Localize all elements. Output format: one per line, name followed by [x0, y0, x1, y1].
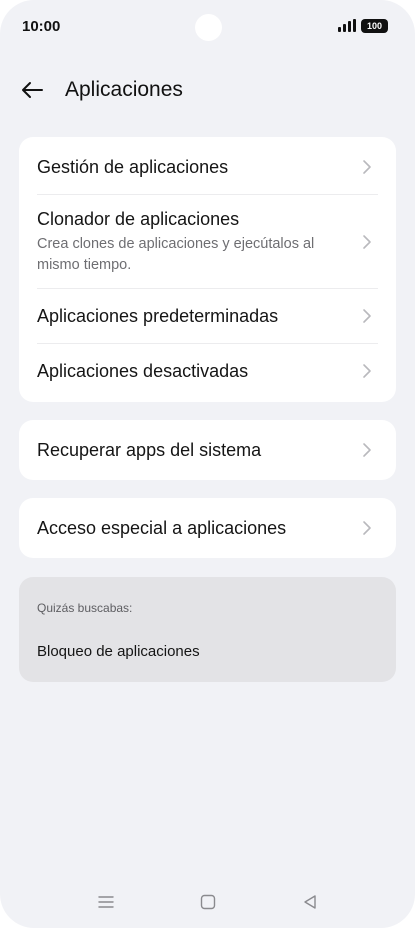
back-triangle-icon: [304, 895, 316, 909]
chevron-right-icon: [363, 160, 371, 174]
system-apps-card: Recuperar apps del sistema: [19, 420, 396, 480]
back-button[interactable]: [12, 74, 52, 106]
chevron-right-icon: [363, 309, 371, 323]
row-default-apps[interactable]: Aplicaciones predeterminadas: [19, 289, 396, 344]
row-recover-system-apps[interactable]: Recuperar apps del sistema: [19, 420, 396, 480]
back-arrow-icon: [22, 82, 43, 98]
suggestion-card: Quizás buscabas: Bloqueo de aplicaciones: [19, 577, 396, 682]
row-label: Aplicaciones desactivadas: [37, 361, 249, 381]
chevron-right-icon: [363, 521, 371, 535]
nav-back-button[interactable]: [300, 892, 320, 912]
nav-home-button[interactable]: [198, 892, 218, 912]
suggestion-heading: Quizás buscabas:: [37, 601, 133, 615]
chevron-right-icon: [363, 364, 371, 378]
header: Aplicaciones: [0, 68, 415, 112]
row-disabled-apps[interactable]: Aplicaciones desactivadas: [19, 344, 396, 402]
camera-cutout: [195, 14, 222, 41]
battery-indicator: 100: [361, 19, 388, 33]
row-app-management[interactable]: Gestión de aplicaciones: [19, 137, 396, 195]
page-title: Aplicaciones: [65, 78, 183, 101]
status-time: 10:00: [22, 18, 61, 35]
special-access-card: Acceso especial a aplicaciones: [19, 498, 396, 558]
row-label: Gestión de aplicaciones: [37, 157, 229, 177]
row-app-cloner[interactable]: Clonador de aplicaciones Crea clones de …: [19, 195, 396, 289]
chevron-right-icon: [363, 235, 371, 249]
signal-icon: [338, 19, 356, 32]
row-subtitle: Crea clones de aplicaciones y ejecútalos…: [37, 236, 315, 273]
row-label: Recuperar apps del sistema: [37, 440, 262, 460]
home-icon: [200, 894, 216, 910]
row-label: Acceso especial a aplicaciones: [37, 518, 287, 538]
navigation-bar: [0, 880, 415, 926]
nav-menu-button[interactable]: [96, 892, 116, 912]
status-bar: 10:00 100: [0, 0, 415, 56]
row-label: Clonador de aplicaciones: [37, 209, 240, 229]
suggestion-link[interactable]: Bloqueo de aplicaciones: [37, 643, 200, 660]
apps-settings-card: Gestión de aplicaciones Clonador de apli…: [19, 137, 396, 402]
phone-screen: 10:00 100 Aplicaciones Gestión de aplica…: [0, 0, 415, 928]
menu-icon: [98, 896, 114, 908]
chevron-right-icon: [363, 443, 371, 457]
row-label: Aplicaciones predeterminadas: [37, 306, 279, 326]
row-special-app-access[interactable]: Acceso especial a aplicaciones: [19, 498, 396, 558]
